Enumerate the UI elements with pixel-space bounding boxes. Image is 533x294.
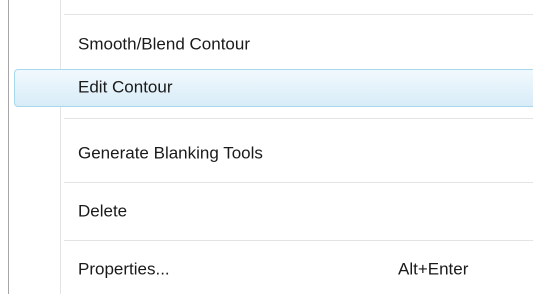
menu-separator bbox=[64, 182, 533, 184]
menu-item-label: Generate Blanking Tools bbox=[78, 143, 263, 163]
menu-item-properties[interactable]: Properties... Alt+Enter bbox=[14, 251, 533, 289]
menu-left-border bbox=[8, 0, 9, 294]
menu-separator bbox=[64, 14, 533, 16]
menu-item-generate-blanking-tools[interactable]: Generate Blanking Tools bbox=[14, 135, 533, 173]
menu-separator bbox=[64, 240, 533, 242]
menu-item-edit-contour[interactable]: Edit Contour bbox=[14, 69, 533, 107]
menu-item-label: Edit Contour bbox=[78, 77, 173, 97]
menu-item-smooth-blend-contour[interactable]: Smooth/Blend Contour bbox=[14, 26, 533, 64]
menu-item-delete[interactable]: Delete bbox=[14, 193, 533, 231]
menu-item-label: Delete bbox=[78, 201, 128, 221]
menu-item-label: Properties... bbox=[78, 259, 170, 279]
menu-item-label: Smooth/Blend Contour bbox=[78, 34, 250, 54]
menu-separator bbox=[64, 118, 533, 120]
menu-item-shortcut: Alt+Enter bbox=[398, 259, 469, 279]
context-menu: Smooth/Blend Contour Edit Contour Genera… bbox=[0, 0, 533, 294]
